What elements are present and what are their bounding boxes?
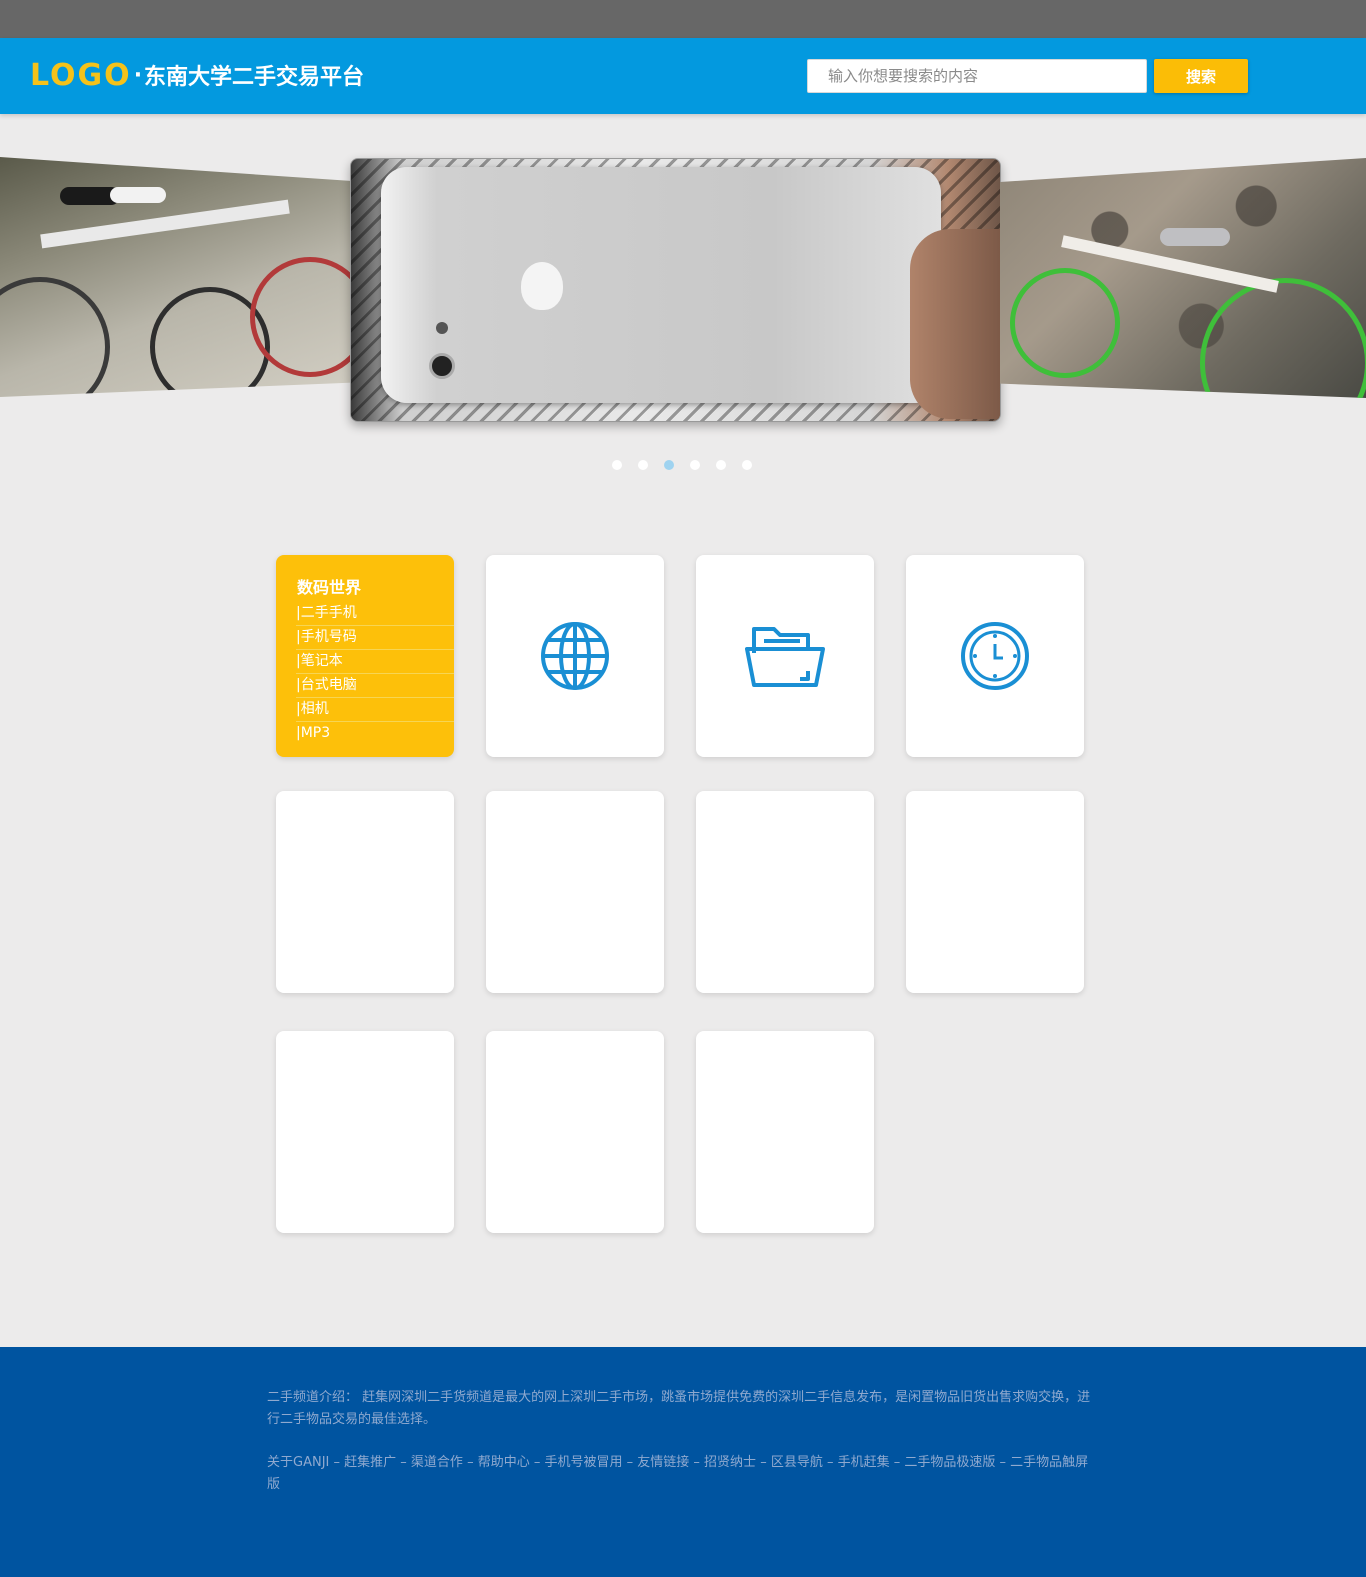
bike-frame <box>40 199 290 249</box>
category-item[interactable]: |台式电脑 <box>296 674 454 698</box>
category-card-empty[interactable] <box>486 1031 664 1233</box>
site-header: LOGO · 东南大学二手交易平台 搜索 <box>0 38 1366 114</box>
footer-link[interactable]: 招贤纳士 <box>704 1455 756 1470</box>
category-card-empty[interactable] <box>486 791 664 993</box>
category-item[interactable]: |手机号码 <box>296 626 454 650</box>
category-title: 数码世界 <box>297 578 362 597</box>
bike-saddle <box>1160 228 1230 246</box>
logo-separator: · <box>133 62 143 88</box>
iphone-back <box>381 167 941 403</box>
footer-link[interactable]: 区县导航 <box>771 1455 823 1470</box>
carousel-slide-bicycle[interactable] <box>1000 158 1366 398</box>
footer-link[interactable]: 手机号被冒用 <box>544 1455 622 1470</box>
footer-intro: 二手频道介绍： 赶集网深圳二手货频道是最大的网上深圳二手市场，跳蚤市场提供免费的… <box>267 1390 1091 1427</box>
category-card-empty[interactable] <box>276 1031 454 1233</box>
category-card-empty[interactable] <box>906 791 1084 993</box>
category-card-empty[interactable] <box>276 791 454 993</box>
search-button[interactable]: 搜索 <box>1154 59 1248 93</box>
carousel-dot-4[interactable] <box>690 460 700 470</box>
footer-link[interactable]: 二手物品极速版 <box>904 1455 995 1470</box>
carousel-dot-3[interactable] <box>664 460 674 470</box>
camera-flash <box>436 322 448 334</box>
carousel-dot-1[interactable] <box>612 460 622 470</box>
carousel-dot-2[interactable] <box>638 460 648 470</box>
hand <box>910 229 1000 419</box>
footer-link[interactable]: 帮助中心 <box>478 1455 530 1470</box>
bike-wheel <box>0 277 110 397</box>
logo-mark: LOGO <box>30 57 132 93</box>
image-carousel <box>0 150 1366 440</box>
footer-link[interactable]: 赶集推广 <box>344 1455 396 1470</box>
folder-icon <box>745 627 825 687</box>
globe-icon <box>541 622 609 690</box>
category-card-globe[interactable] <box>486 555 664 757</box>
category-list: |二手手机 |手机号码 |笔记本 |台式电脑 |相机 |MP3 <box>296 602 454 746</box>
category-item[interactable]: |二手手机 <box>296 602 454 626</box>
site-logo[interactable]: LOGO · 东南大学二手交易平台 <box>30 55 364 95</box>
clock-icon <box>961 622 1029 690</box>
site-title: 东南大学二手交易平台 <box>144 65 365 90</box>
category-card-empty[interactable] <box>696 791 874 993</box>
footer-link[interactable]: 渠道合作 <box>411 1455 463 1470</box>
apple-logo <box>521 262 563 310</box>
bike-saddle <box>110 187 166 203</box>
category-card-digital: 数码世界 |二手手机 |手机号码 |笔记本 |台式电脑 |相机 |MP3 <box>276 555 454 757</box>
carousel-pagination <box>612 460 752 470</box>
bike-wheel <box>1010 268 1120 378</box>
category-card-clock[interactable] <box>906 555 1084 757</box>
footer-links: 关于GANJI – 赶集推广 – 渠道合作 – 帮助中心 – 手机号被冒用 – … <box>267 1455 1089 1492</box>
camera-lens <box>429 353 455 379</box>
category-card-folder[interactable] <box>696 555 874 757</box>
search-input[interactable] <box>807 59 1147 93</box>
carousel-slide-bicycles[interactable] <box>0 157 352 397</box>
carousel-dot-6[interactable] <box>742 460 752 470</box>
footer-link[interactable]: 友情链接 <box>637 1455 689 1470</box>
carousel-slide-iphone[interactable] <box>350 158 1001 422</box>
top-bar <box>0 0 1366 38</box>
category-item[interactable]: |笔记本 <box>296 650 454 674</box>
category-item[interactable]: |相机 <box>296 698 454 722</box>
footer-link[interactable]: 关于GANJI <box>267 1455 329 1470</box>
carousel-dot-5[interactable] <box>716 460 726 470</box>
footer-link[interactable]: 手机赶集 <box>838 1455 890 1470</box>
category-card-empty[interactable] <box>696 1031 874 1233</box>
site-footer: 二手频道介绍： 赶集网深圳二手货频道是最大的网上深圳二手市场，跳蚤市场提供免费的… <box>0 1347 1366 1577</box>
category-item[interactable]: |MP3 <box>296 722 454 746</box>
